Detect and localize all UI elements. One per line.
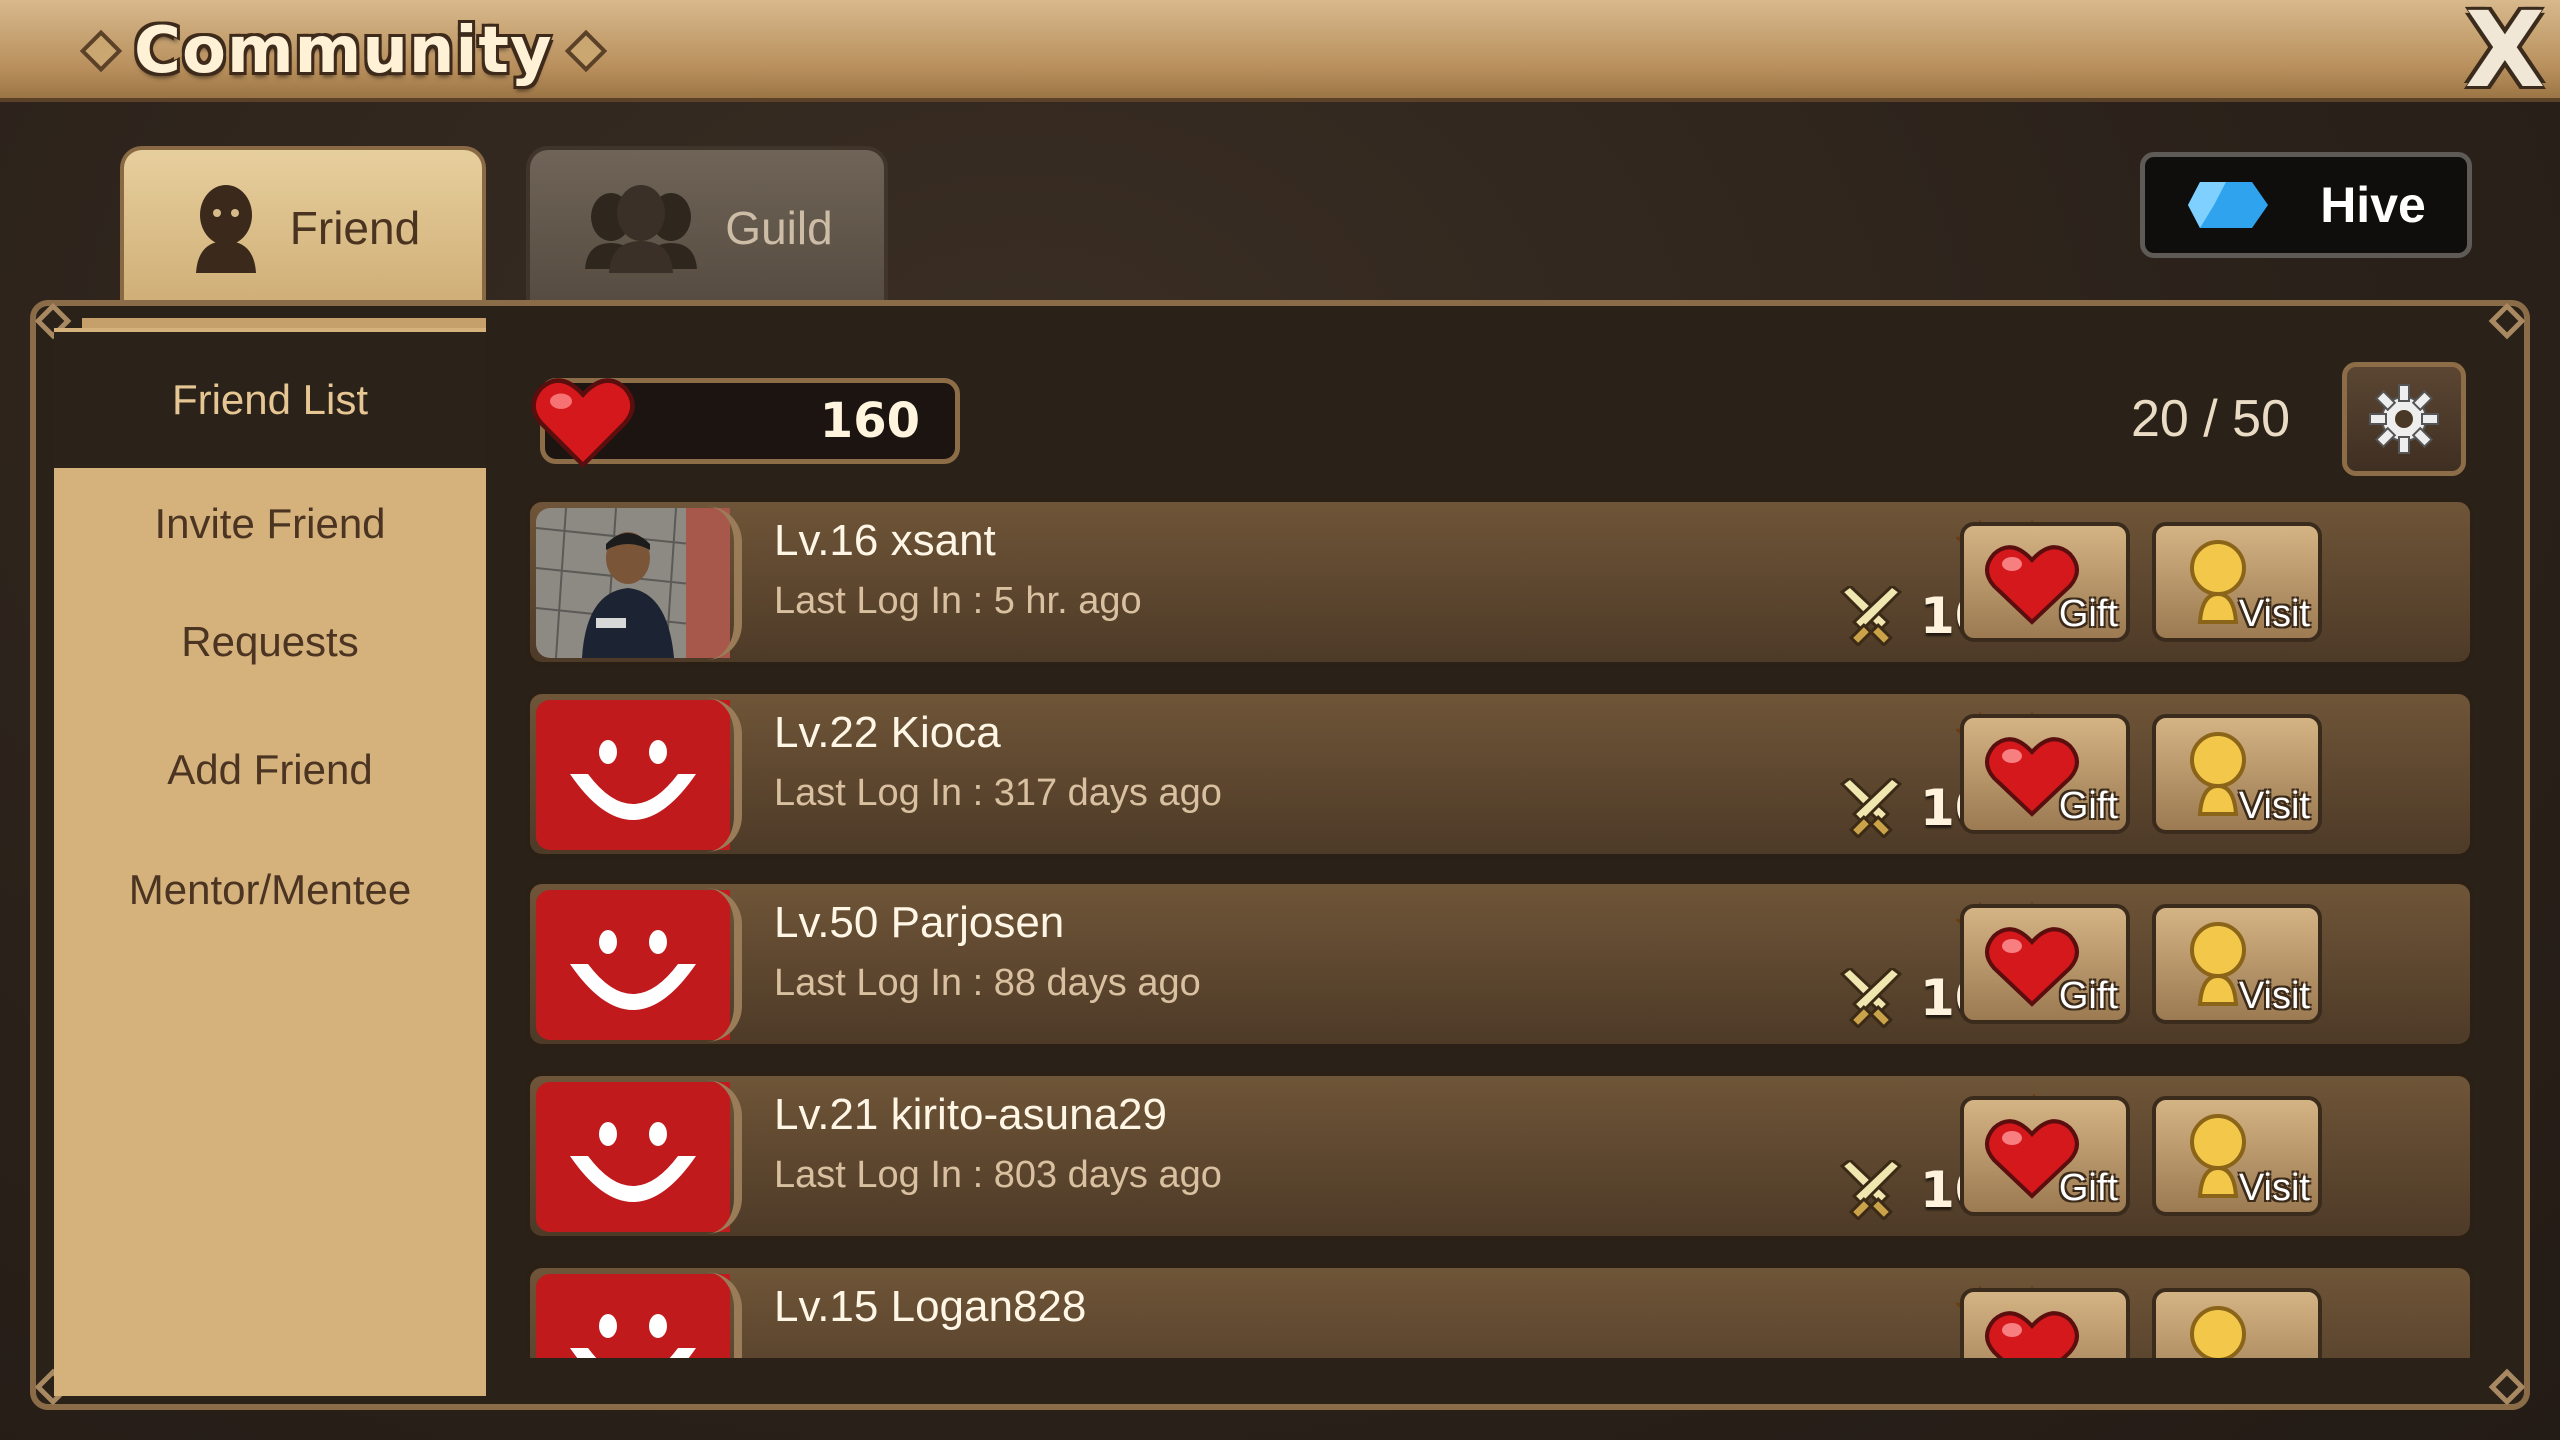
visit-button[interactable]: Visit	[2152, 714, 2322, 834]
tab-guild-label: Guild	[725, 202, 833, 254]
friend-row: Lv.16 xsantLast Log In : 5 hr. ago1001Gi…	[526, 498, 2474, 666]
friend-level: Lv.16	[774, 516, 879, 565]
friend-count: 20 / 50	[2130, 390, 2290, 448]
crossed-swords-icon	[1839, 778, 1903, 838]
friend-level: Lv.15	[774, 1282, 879, 1331]
friend-name: Lv.15 Logan828	[774, 1282, 1086, 1332]
hive-logo-icon	[2188, 182, 2269, 228]
sidebar-item-invite-friend[interactable]: Invite Friend	[54, 500, 486, 548]
friend-level: Lv.22	[774, 708, 879, 757]
friend-avatar[interactable]	[536, 700, 730, 850]
friend-username: Logan828	[890, 1282, 1087, 1331]
friend-last-login: Last Log In : 88 days ago	[774, 962, 1201, 1004]
default-avatar-smiley-icon	[536, 700, 730, 850]
user-photo-avatar	[536, 508, 730, 658]
tab-friend[interactable]: Friend	[120, 146, 486, 306]
friend-avatar[interactable]	[536, 890, 730, 1040]
friend-username: Kioca	[890, 708, 1001, 757]
friend-level: Lv.50	[774, 898, 879, 947]
sidebar	[54, 328, 486, 1396]
friend-avatar[interactable]	[536, 1082, 730, 1232]
friend-last-login: Last Log In : 317 days ago	[774, 772, 1222, 814]
close-button[interactable]: X	[2460, 0, 2550, 102]
visit-button-label: Visit	[2238, 785, 2310, 827]
friend-avatar[interactable]	[536, 508, 730, 658]
crossed-swords-icon	[1839, 968, 1903, 1028]
sidebar-item-friend-list[interactable]: Friend List	[54, 332, 486, 468]
friend-username: xsant	[890, 516, 996, 565]
gift-button[interactable]: Gift	[1960, 1096, 2130, 1216]
heart-count: 160	[819, 393, 920, 449]
avatar-rim	[706, 698, 742, 852]
hive-label: Hive	[2320, 177, 2426, 233]
friend-avatar[interactable]	[536, 1274, 730, 1358]
default-avatar-smiley-icon	[536, 890, 730, 1040]
avatar-rim	[706, 1080, 742, 1234]
gift-button-label: Gift	[2058, 975, 2118, 1017]
friend-name: Lv.16 xsant	[774, 516, 996, 566]
friend-name: Lv.21 kirito-asuna29	[774, 1090, 1167, 1140]
default-avatar-smiley-icon	[536, 1082, 730, 1232]
gift-button[interactable]: Gift	[1960, 904, 2130, 1024]
visit-button-label: Visit	[2238, 593, 2310, 635]
friend-username: Parjosen	[890, 898, 1065, 947]
gear-icon	[2369, 384, 2439, 454]
diamond-ornament-icon	[79, 29, 123, 73]
friend-level: Lv.21	[774, 1090, 879, 1139]
sidebar-item-mentor-mentee[interactable]: Mentor/Mentee	[54, 866, 486, 914]
sidebar-divider	[82, 318, 486, 328]
gift-button-label: Gift	[2058, 785, 2118, 827]
crossed-swords-icon	[1839, 586, 1903, 646]
sidebar-item-add-friend[interactable]: Add Friend	[54, 746, 486, 794]
friend-last-login: Last Log In : 803 days ago	[774, 1154, 1222, 1196]
gift-button[interactable]: Gift	[1960, 714, 2130, 834]
diamond-ornament-icon	[564, 29, 607, 73]
friend-row: Lv.15 Logan828 Gift Visit	[526, 1264, 2474, 1358]
crossed-swords-icon	[1839, 1160, 1903, 1220]
gift-button[interactable]: Gift	[1960, 522, 2130, 642]
friend-username: kirito-asuna29	[890, 1090, 1167, 1139]
person-icon	[195, 185, 256, 273]
friend-last-login: Last Log In : 5 hr. ago	[774, 580, 1142, 622]
hive-button[interactable]: Hive	[2140, 152, 2472, 258]
avatar-rim	[706, 506, 742, 660]
gift-heart-icon	[1985, 1311, 2079, 1358]
gift-button-label: Gift	[2058, 1167, 2118, 1209]
page-title: Community	[134, 14, 553, 88]
friend-row: Lv.22 KiocaLast Log In : 317 days ago100…	[526, 690, 2474, 858]
tab-friend-label: Friend	[289, 202, 421, 254]
visit-button[interactable]: Visit	[2152, 522, 2322, 642]
visit-button-label: Visit	[2238, 1167, 2310, 1209]
group-icon	[585, 185, 698, 273]
visit-button-label: Visit	[2238, 975, 2310, 1017]
tab-guild[interactable]: Guild	[526, 146, 888, 306]
visit-button[interactable]: Visit	[2152, 1096, 2322, 1216]
avatar-rim	[706, 888, 742, 1042]
friend-name: Lv.22 Kioca	[774, 708, 1001, 758]
avatar-rim	[706, 1272, 742, 1358]
friend-row: Lv.50 ParjosenLast Log In : 88 days ago1…	[526, 880, 2474, 1048]
gift-button[interactable]: Gift	[1960, 1288, 2130, 1358]
friend-list: Lv.16 xsantLast Log In : 5 hr. ago1001Gi…	[520, 496, 2480, 1358]
friend-row: Lv.21 kirito-asuna29 Last Log In : 803 da…	[526, 1072, 2474, 1240]
visit-button[interactable]: Visit	[2152, 904, 2322, 1024]
sidebar-item-requests[interactable]: Requests	[54, 618, 486, 666]
visit-person-icon	[2190, 1306, 2246, 1358]
friend-name: Lv.50 Parjosen	[774, 898, 1064, 948]
visit-button[interactable]: Visit	[2152, 1288, 2322, 1358]
title-group: Community	[79, 10, 607, 92]
sidebar-item-label: Friend List	[171, 376, 369, 423]
gift-button-label: Gift	[2058, 593, 2118, 635]
heart-icon	[531, 378, 635, 469]
settings-button[interactable]	[2342, 362, 2466, 476]
default-avatar-smiley-icon	[536, 1274, 730, 1358]
title-bar: Community X	[0, 0, 2560, 102]
